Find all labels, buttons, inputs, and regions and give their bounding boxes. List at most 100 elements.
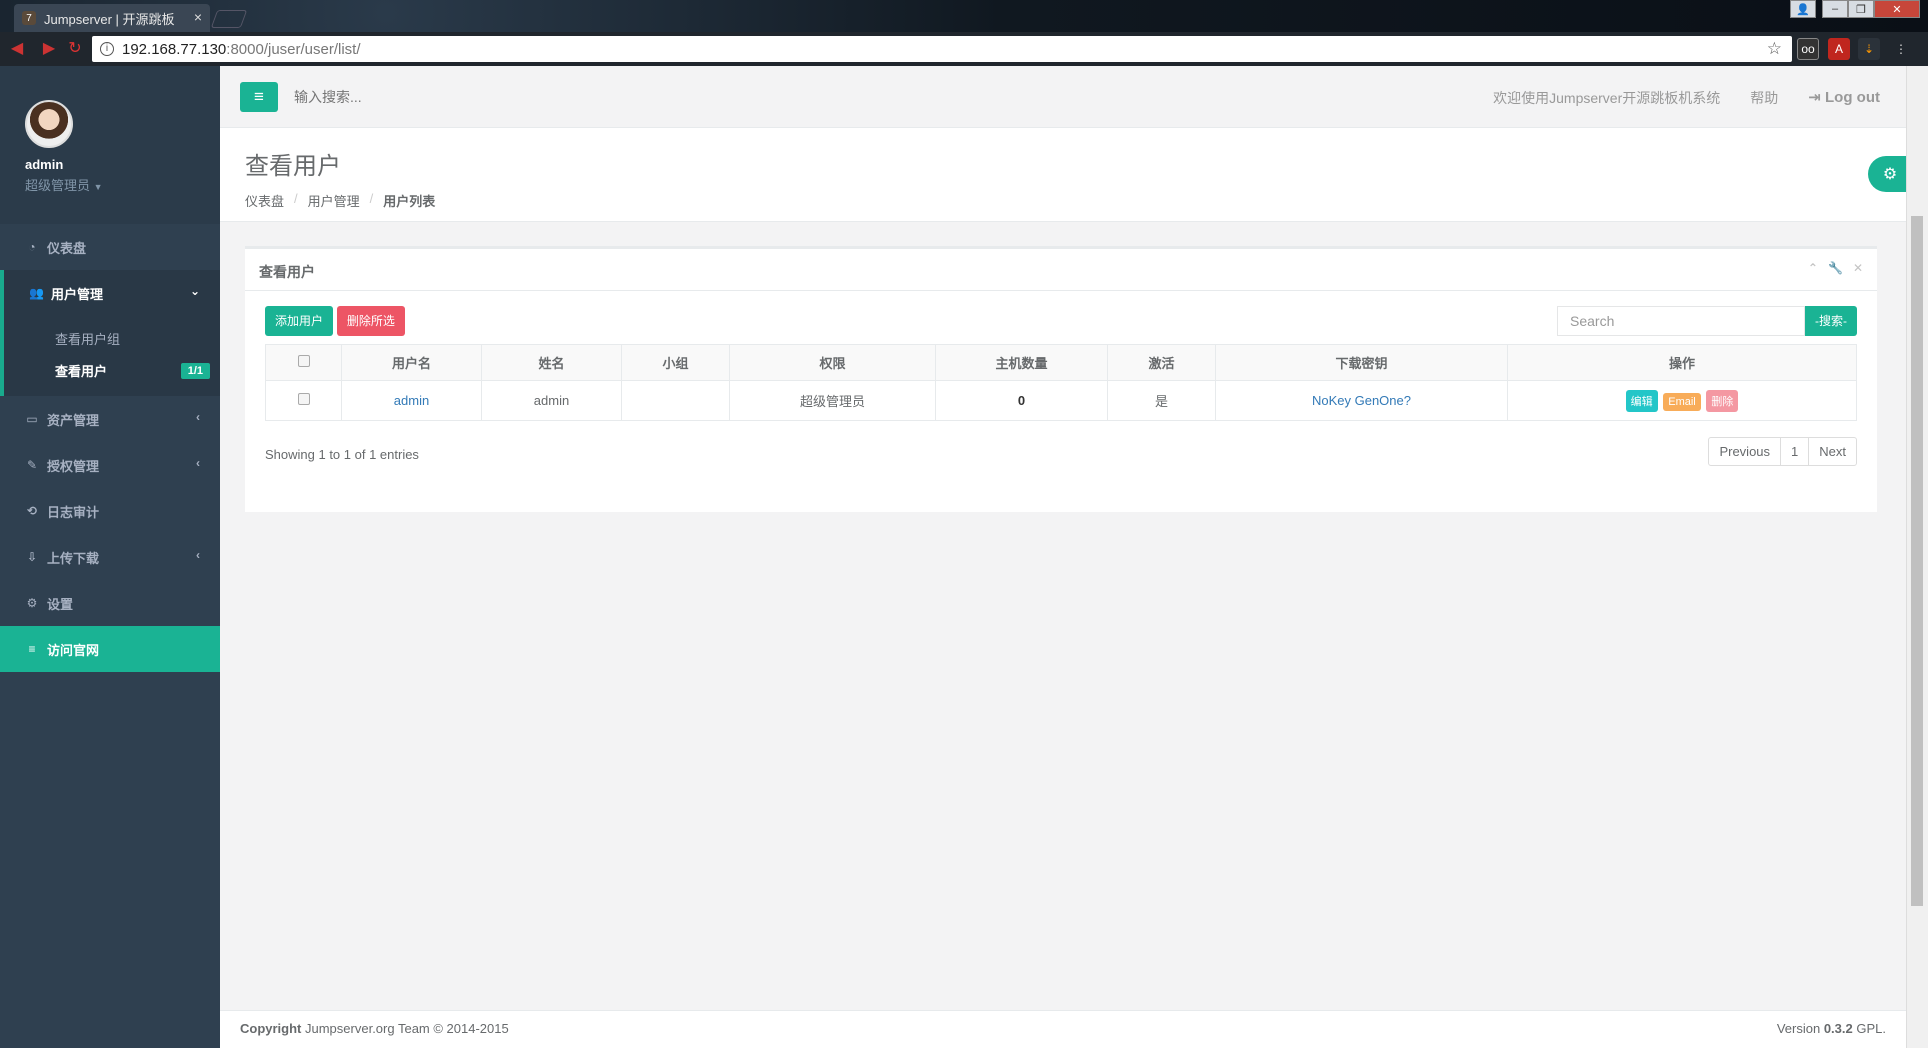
username-link[interactable]: admin — [394, 393, 429, 408]
back-icon[interactable]: ◀ — [8, 40, 26, 58]
history-icon: ⟲ — [26, 504, 38, 518]
username-cell: admin — [341, 380, 482, 421]
sidebar-item-view-users[interactable]: 查看用户 1/1 — [4, 354, 220, 386]
sidebar-item-user-groups[interactable]: 查看用户组 — [4, 322, 220, 354]
sidebar-menu: ◔ 仪表盘 👥 用户管理 ⌄ 查看用户组 查看用户 1/1 ▭ 资产管理 ‹ ✎… — [0, 224, 220, 672]
email-button[interactable]: Email — [1663, 392, 1701, 411]
sidebar-item-audit[interactable]: ⟲ 日志审计 — [0, 488, 220, 534]
select-all-cell — [265, 344, 342, 381]
sidebar-item-settings[interactable]: ⚙ 设置 — [0, 580, 220, 626]
logout-link[interactable]: ⇥ Log out — [1808, 88, 1880, 108]
collapse-icon[interactable]: ⌃ — [1808, 261, 1818, 275]
extension-icon[interactable]: oo — [1797, 38, 1819, 60]
url-path: :8000/juser/user/list/ — [226, 40, 361, 58]
wrench-icon[interactable]: 🔧 — [1828, 261, 1843, 275]
delete-button[interactable]: 删除 — [1706, 389, 1739, 412]
address-bar-row: ◀ ▶ ↻ i 192.168.77.130 :8000/juser/user/… — [0, 32, 1928, 66]
new-tab-button[interactable] — [210, 10, 248, 28]
site-info-icon[interactable]: i — [100, 42, 114, 56]
breadcrumb: 仪表盘 / 用户管理 / 用户列表 — [245, 191, 1906, 210]
table-search: Search -搜索- — [1557, 306, 1857, 336]
page-scrollbar[interactable] — [1906, 66, 1928, 1048]
column-header[interactable]: 主机数量 — [935, 344, 1108, 381]
column-header[interactable]: 下载密钥 — [1215, 344, 1508, 381]
pagination-previous[interactable]: Previous — [1709, 438, 1782, 465]
browser-tab[interactable]: 7 Jumpserver | 开源跳板 × — [14, 4, 210, 32]
search-input[interactable]: Search — [1557, 306, 1805, 336]
sidebar-item-dashboard[interactable]: ◔ 仪表盘 — [0, 224, 220, 270]
menu-toggle-button[interactable]: ≡ — [240, 82, 278, 112]
avatar[interactable] — [25, 100, 73, 148]
edit-icon: ✎ — [26, 458, 38, 472]
page-heading: 查看用户 仪表盘 / 用户管理 / 用户列表 ⚙ — [220, 128, 1912, 222]
column-header[interactable]: 姓名 — [481, 344, 622, 381]
count-badge: 1/1 — [180, 363, 210, 379]
delete-selected-button[interactable]: 删除所选 — [336, 306, 405, 336]
laptop-icon: ▭ — [26, 412, 38, 426]
hosts-cell: 0 — [935, 380, 1108, 421]
sidebar-item-website[interactable]: ≡ 访问官网 — [0, 626, 220, 672]
gears-icon: ⚙ — [26, 596, 38, 610]
profile-role-dropdown[interactable]: 超级管理员 ▼ — [25, 175, 220, 194]
pdf-extension-icon[interactable]: A — [1828, 38, 1850, 60]
row-checkbox[interactable] — [297, 393, 310, 405]
help-link[interactable]: 帮助 — [1750, 88, 1778, 108]
url-input[interactable]: i 192.168.77.130 :8000/juser/user/list/ … — [92, 36, 1792, 62]
name-cell: admin — [481, 380, 622, 421]
profile-section: admin 超级管理员 ▼ — [0, 66, 220, 224]
table-row: admin admin 超级管理员 0 是 NoKey GenOne? 编辑 E… — [265, 380, 1857, 421]
column-header[interactable]: 用户名 — [341, 344, 482, 381]
breadcrumb-separator: / — [294, 191, 298, 206]
column-header[interactable]: 操作 — [1507, 344, 1857, 381]
actions-cell: 编辑 Email 删除 — [1507, 380, 1857, 421]
close-window-button[interactable]: ✕ — [1874, 0, 1920, 18]
sidebar-item-assets[interactable]: ▭ 资产管理 ‹ — [0, 396, 220, 442]
close-icon[interactable]: ✕ — [1853, 261, 1863, 275]
version-prefix: Version — [1776, 1021, 1824, 1036]
sidebar-item-label: 查看用户组 — [55, 331, 121, 347]
app: admin 超级管理员 ▼ ◔ 仪表盘 👥 用户管理 ⌄ 查看用户组 查看用户 … — [0, 66, 1928, 1048]
column-header[interactable]: 权限 — [729, 344, 936, 381]
sidebar-item-label: 上传下载 — [47, 550, 100, 566]
bookmark-star-icon[interactable]: ☆ — [1767, 39, 1782, 59]
select-all-checkbox[interactable] — [297, 355, 310, 367]
edit-button[interactable]: 编辑 — [1625, 389, 1658, 412]
key-cell: NoKey GenOne? — [1215, 380, 1508, 421]
pagination-next[interactable]: Next — [1809, 438, 1856, 465]
top-search-input[interactable] — [294, 84, 594, 110]
breadcrumb-current: 用户列表 — [383, 194, 436, 209]
add-user-button[interactable]: 添加用户 — [265, 306, 334, 336]
reload-icon[interactable]: ↻ — [66, 40, 84, 58]
sidebar-item-permissions[interactable]: ✎ 授权管理 ‹ — [0, 442, 220, 488]
column-header[interactable]: 小组 — [621, 344, 730, 381]
pagination: Previous 1 Next — [1708, 437, 1857, 466]
top-navbar: ≡ 欢迎使用Jumpserver开源跳板机系统 帮助 ⇥ Log out — [220, 66, 1906, 128]
chevron-left-icon: ‹ — [196, 548, 200, 562]
column-header[interactable]: 激活 — [1107, 344, 1216, 381]
pagination-page[interactable]: 1 — [1781, 438, 1810, 465]
copyright-text: Jumpserver.org Team © 2014-2015 — [301, 1021, 509, 1036]
download-icon: ⇩ — [26, 550, 38, 564]
caret-down-icon: ▼ — [93, 182, 103, 192]
browser-menu-icon[interactable]: ⋮ — [1890, 38, 1912, 60]
restore-button[interactable]: ❐ — [1848, 0, 1874, 18]
forward-icon[interactable]: ▶ — [40, 40, 58, 58]
minimize-button[interactable]: – — [1822, 0, 1848, 18]
search-button[interactable]: -搜索- — [1805, 306, 1857, 336]
dashboard-icon: ◔ — [28, 240, 36, 254]
download-extension-icon[interactable]: ⇣ — [1858, 38, 1880, 60]
url-host: 192.168.77.130 — [122, 40, 227, 58]
breadcrumb-user-management[interactable]: 用户管理 — [308, 191, 360, 210]
user-icon[interactable]: 👤 — [1790, 0, 1816, 18]
scrollbar-thumb[interactable] — [1911, 216, 1923, 906]
close-tab-icon[interactable]: × — [194, 9, 202, 25]
row-select-cell — [265, 380, 342, 421]
sidebar-item-label: 资产管理 — [47, 412, 100, 428]
bars-icon: ≡ — [254, 87, 264, 106]
sidebar-item-transfer[interactable]: ⇩ 上传下载 ‹ — [0, 534, 220, 580]
breadcrumb-dashboard[interactable]: 仪表盘 — [245, 191, 284, 210]
main-content: ≡ 欢迎使用Jumpserver开源跳板机系统 帮助 ⇥ Log out 查看用… — [220, 66, 1912, 1048]
sidebar-item-users[interactable]: 👥 用户管理 ⌄ — [0, 270, 220, 316]
browser-tabbar: 7 Jumpserver | 开源跳板 × 👤 – ❐ ✕ — [0, 0, 1928, 32]
gen-key-link[interactable]: NoKey GenOne? — [1312, 393, 1411, 408]
